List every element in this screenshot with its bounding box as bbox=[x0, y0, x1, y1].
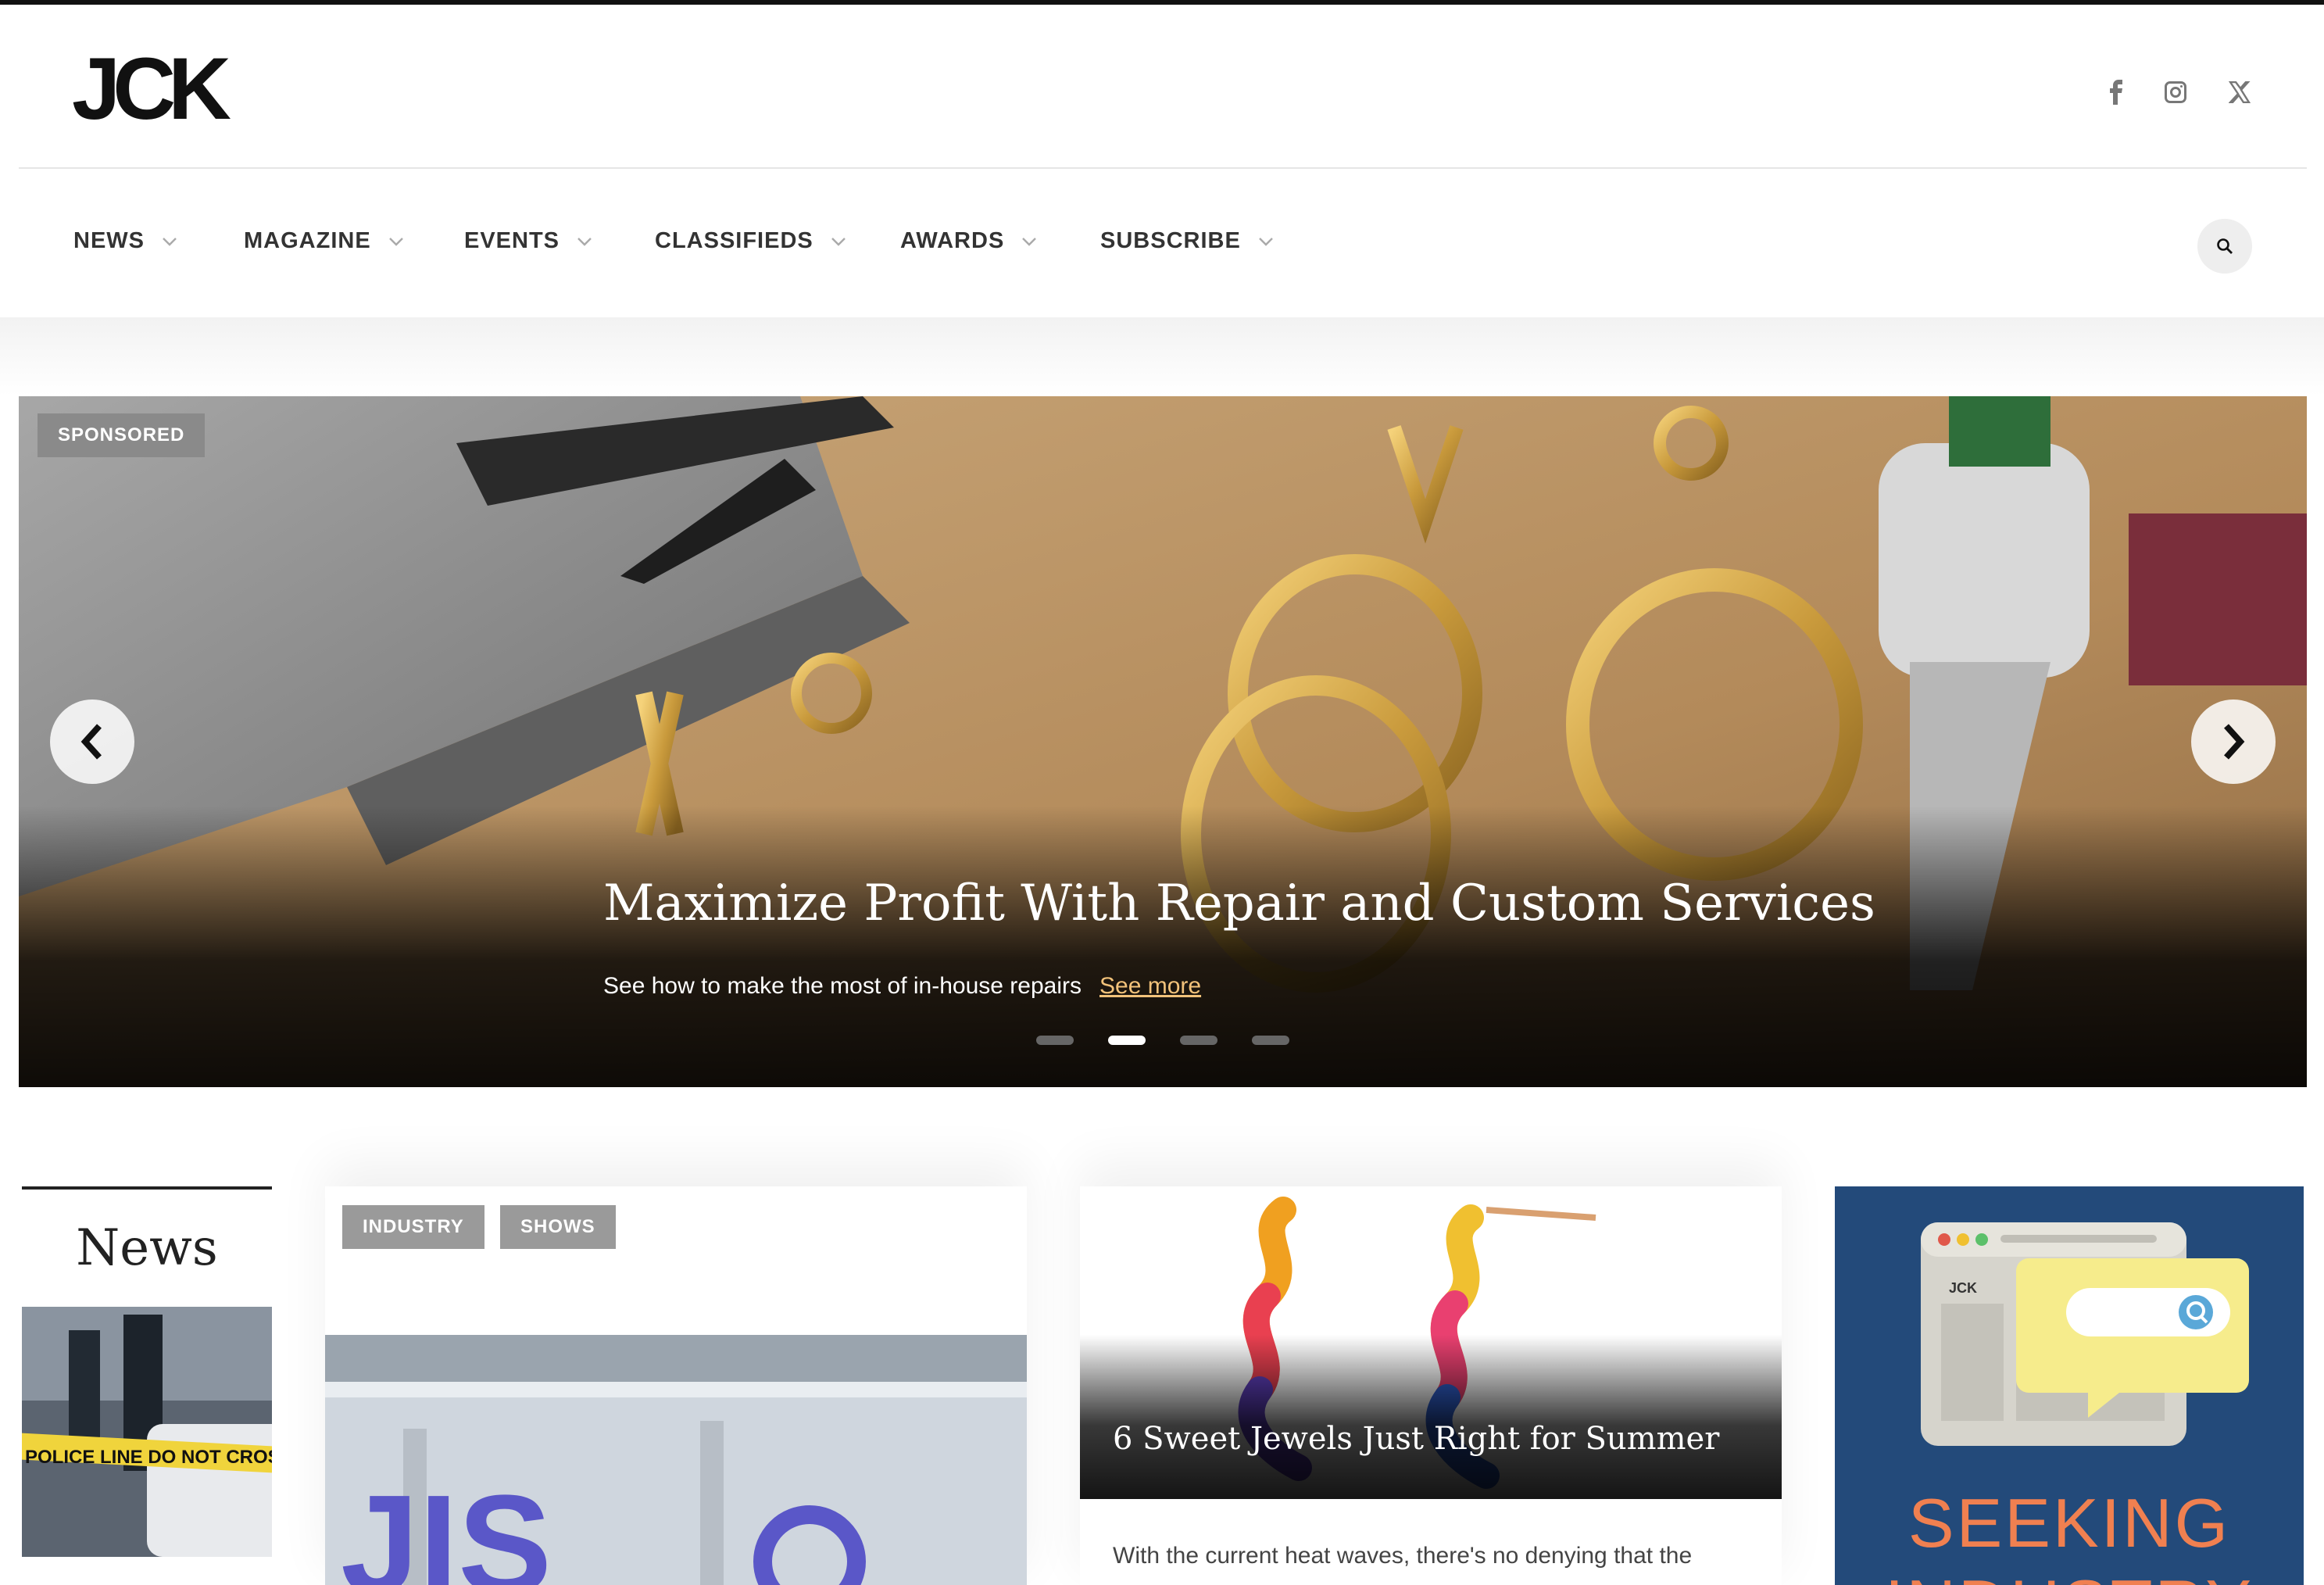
chevron-down-icon bbox=[163, 237, 177, 246]
ad-headline-line1: SEEKING bbox=[1907, 1484, 2231, 1562]
chevron-down-icon bbox=[577, 237, 592, 246]
article-title[interactable]: 6 Sweet Jewels Just Right for Summer bbox=[1113, 1421, 1719, 1457]
nav-item-awards[interactable]: AWARDS bbox=[900, 228, 1037, 254]
nav-item-label: EVENTS bbox=[464, 228, 560, 253]
chevron-right-icon bbox=[2224, 724, 2245, 760]
nav-shadow bbox=[0, 317, 2324, 395]
carousel-dot[interactable] bbox=[1180, 1036, 1217, 1045]
nav-item-label: NEWS bbox=[73, 228, 145, 253]
advertisement[interactable]: JCK SEEKING INDUSTRY bbox=[1835, 1186, 2304, 1585]
sponsored-badge: SPONSORED bbox=[38, 413, 206, 457]
main-nav: NEWS MAGAZINE EVENTS CLASSIFIEDS AWARDS … bbox=[0, 169, 2324, 317]
jis-sign-text: JIS bbox=[341, 1466, 552, 1585]
hero-subtitle: See how to make the most of in-house rep… bbox=[603, 973, 1082, 999]
article-overlay bbox=[1080, 1335, 1782, 1499]
nav-item-label: AWARDS bbox=[900, 228, 1005, 253]
jck-logo[interactable]: JCK bbox=[72, 40, 244, 138]
svg-text:POLICE LINE DO NOT CROSS: POLICE LINE DO NOT CROSS bbox=[25, 1447, 272, 1468]
nav-item-label: CLASSIFIEDS bbox=[655, 228, 813, 253]
news-thumbnail[interactable]: POLICE LINE DO NOT CROSS bbox=[22, 1307, 272, 1557]
site-header: JCK bbox=[0, 5, 2324, 169]
news-rule bbox=[22, 1186, 272, 1190]
ad-headline-line2: INDUSTRY bbox=[1835, 1565, 2304, 1585]
chevron-down-icon bbox=[1258, 237, 1273, 246]
chevron-down-icon bbox=[1022, 237, 1037, 246]
search-icon bbox=[2217, 238, 2233, 254]
nav-item-label: SUBSCRIBE bbox=[1100, 228, 1241, 253]
news-thumbnail-image: POLICE LINE DO NOT CROSS bbox=[22, 1307, 272, 1557]
ad-illustration: JCK bbox=[1921, 1222, 2249, 1446]
nav-item-news[interactable]: NEWS bbox=[73, 228, 177, 254]
carousel-dot[interactable] bbox=[1252, 1036, 1289, 1045]
carousel-prev-button[interactable] bbox=[50, 699, 134, 784]
chevron-left-icon bbox=[80, 724, 102, 760]
hero-overlay bbox=[19, 806, 2307, 1087]
carousel-dot[interactable] bbox=[1036, 1036, 1074, 1045]
nav-item-subscribe[interactable]: SUBSCRIBE bbox=[1100, 228, 1274, 254]
article-card[interactable]: 6 Sweet Jewels Just Right for Summer Wit… bbox=[1080, 1186, 1782, 1585]
nav-item-classifieds[interactable]: CLASSIFIEDS bbox=[655, 228, 846, 254]
ad-small-logo: JCK bbox=[1949, 1280, 1977, 1296]
nav-item-label: MAGAZINE bbox=[244, 228, 371, 253]
see-more-link[interactable]: See more bbox=[1099, 973, 1201, 1000]
hero-carousel[interactable]: SPONSORED Maximize Profit With Repair an… bbox=[19, 396, 2307, 1087]
article-card[interactable]: INDUSTRY SHOWS JIS bbox=[325, 1186, 1027, 1585]
nav-item-events[interactable]: EVENTS bbox=[464, 228, 592, 254]
svg-text:JCK: JCK bbox=[72, 48, 231, 131]
search-button[interactable] bbox=[2197, 219, 2252, 274]
article-excerpt: With the current heat waves, there's no … bbox=[1113, 1543, 1693, 1569]
nav-item-magazine[interactable]: MAGAZINE bbox=[244, 228, 404, 254]
chevron-down-icon bbox=[388, 237, 403, 246]
carousel-dot-active[interactable] bbox=[1108, 1036, 1146, 1045]
news-heading[interactable]: News bbox=[22, 1219, 272, 1277]
tag-shows[interactable]: SHOWS bbox=[500, 1205, 616, 1249]
carousel-next-button[interactable] bbox=[2191, 699, 2276, 784]
x-icon[interactable] bbox=[2222, 75, 2257, 109]
chevron-down-icon bbox=[831, 237, 846, 246]
facebook-icon[interactable] bbox=[2099, 75, 2133, 109]
hero-title[interactable]: Maximize Profit With Repair and Custom S… bbox=[603, 875, 1875, 932]
tag-industry[interactable]: INDUSTRY bbox=[342, 1205, 484, 1249]
article-image: JIS bbox=[325, 1335, 1027, 1585]
carousel-dots bbox=[1036, 1036, 1289, 1045]
instagram-icon[interactable] bbox=[2158, 75, 2193, 109]
